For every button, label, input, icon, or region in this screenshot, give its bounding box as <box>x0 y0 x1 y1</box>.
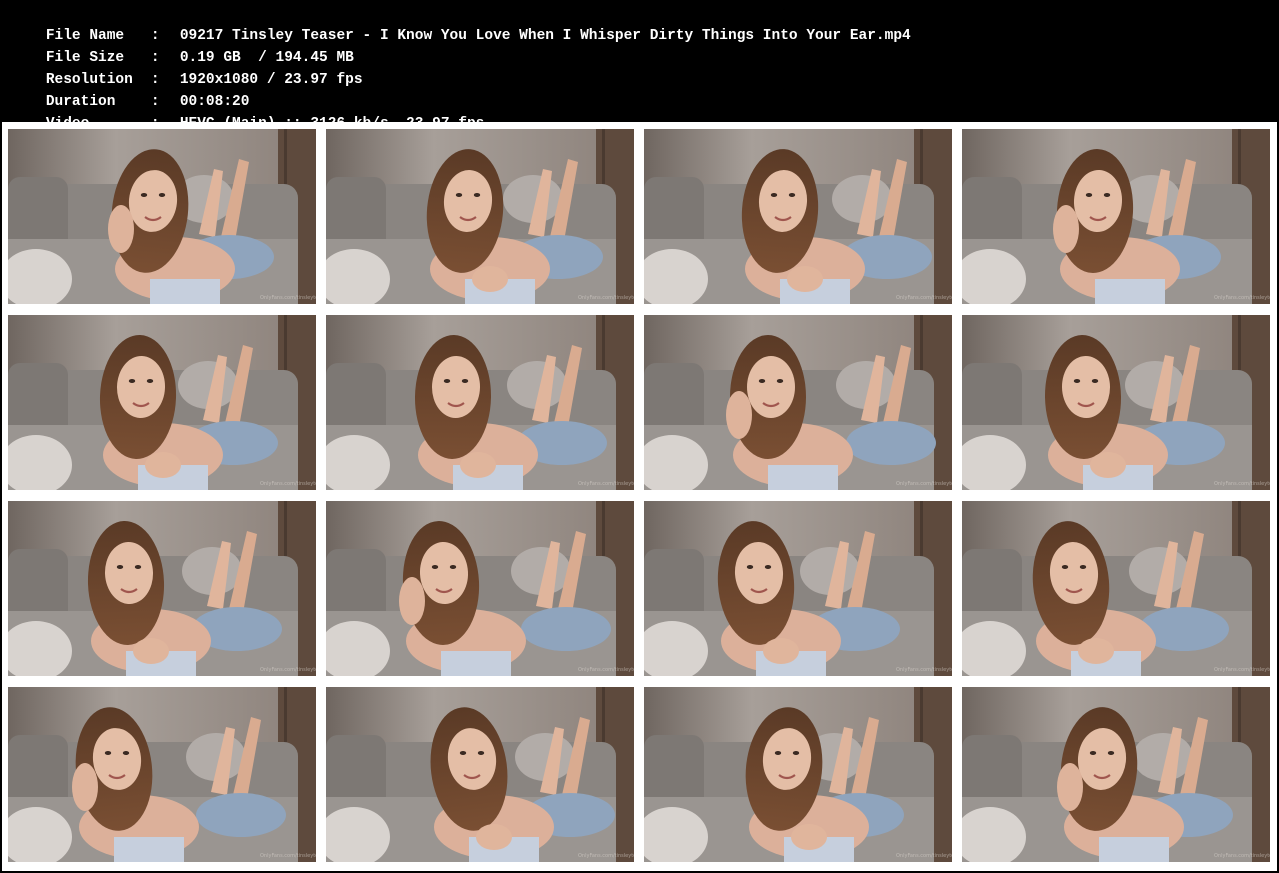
video-thumbnail: OnlyFans.com/tinsleyteaser <box>8 501 316 676</box>
file-name-row: File Name:09217 Tinsley Teaser - I Know … <box>11 6 911 44</box>
video-thumbnail: OnlyFans.com/tinsleyteaser <box>326 129 634 304</box>
svg-text:OnlyFans.com/tinsleyteaser: OnlyFans.com/tinsleyteaser <box>578 667 634 673</box>
video-thumbnail: OnlyFans.com/tinsleyteaser <box>644 501 952 676</box>
svg-text:OnlyFans.com/tinsleyteaser: OnlyFans.com/tinsleyteaser <box>896 481 952 487</box>
video-thumbnail: OnlyFans.com/tinsleyteaser <box>8 687 316 862</box>
video-thumbnail: OnlyFans.com/tinsleyteaser <box>962 687 1270 862</box>
svg-text:OnlyFans.com/tinsleyteaser: OnlyFans.com/tinsleyteaser <box>578 295 634 301</box>
svg-text:OnlyFans.com/tinsleyteaser: OnlyFans.com/tinsleyteaser <box>896 667 952 673</box>
svg-text:OnlyFans.com/tinsleyteaser: OnlyFans.com/tinsleyteaser <box>1214 667 1270 673</box>
svg-text:OnlyFans.com/tinsleyteaser: OnlyFans.com/tinsleyteaser <box>578 853 634 859</box>
video-thumbnail: OnlyFans.com/tinsleyteaser <box>8 315 316 490</box>
video-thumbnail: OnlyFans.com/tinsleyteaser <box>644 315 952 490</box>
video-thumbnail: OnlyFans.com/tinsleyteaser <box>644 129 952 304</box>
video-thumbnail: OnlyFans.com/tinsleyteaser <box>326 315 634 490</box>
svg-text:OnlyFans.com/tinsleyteaser: OnlyFans.com/tinsleyteaser <box>896 853 952 859</box>
svg-text:OnlyFans.com/tinsleyteaser: OnlyFans.com/tinsleyteaser <box>1214 295 1270 301</box>
svg-text:OnlyFans.com/tinsleyteaser: OnlyFans.com/tinsleyteaser <box>260 295 316 301</box>
video-thumbnail: OnlyFans.com/tinsleyteaser <box>962 315 1270 490</box>
video-thumbnail: OnlyFans.com/tinsleyteaser <box>644 687 952 862</box>
file-info-header: File Name:09217 Tinsley Teaser - I Know … <box>0 0 1279 132</box>
svg-text:OnlyFans.com/tinsleyteaser: OnlyFans.com/tinsleyteaser <box>260 667 316 673</box>
svg-text:OnlyFans.com/tinsleyteaser: OnlyFans.com/tinsleyteaser <box>260 481 316 487</box>
svg-text:OnlyFans.com/tinsleyteaser: OnlyFans.com/tinsleyteaser <box>896 295 952 301</box>
duration-row: Duration:00:08:20 <box>11 72 250 110</box>
video-thumbnail: OnlyFans.com/tinsleyteaser <box>8 129 316 304</box>
thumbnail-grid: OnlyFans.com/tinsleyteaser OnlyFans.com/t… <box>2 122 1277 871</box>
file-size-row: File Size:0.19 GB / 194.45 MB <box>11 28 354 66</box>
svg-text:OnlyFans.com/tinsleyteaser: OnlyFans.com/tinsleyteaser <box>1214 853 1270 859</box>
video-thumbnail: OnlyFans.com/tinsleyteaser <box>326 687 634 862</box>
video-thumbnail: OnlyFans.com/tinsleyteaser <box>962 501 1270 676</box>
video-row: Video:HEVC (Main) :: 3126 kb/s, 23.97 fp… <box>11 94 485 132</box>
video-thumbnail: OnlyFans.com/tinsleyteaser <box>962 129 1270 304</box>
svg-text:OnlyFans.com/tinsleyteaser: OnlyFans.com/tinsleyteaser <box>260 853 316 859</box>
svg-text:OnlyFans.com/tinsleyteaser: OnlyFans.com/tinsleyteaser <box>578 481 634 487</box>
svg-text:OnlyFans.com/tinsleyteaser: OnlyFans.com/tinsleyteaser <box>1214 481 1270 487</box>
video-thumbnail: OnlyFans.com/tinsleyteaser <box>326 501 634 676</box>
resolution-row: Resolution:1920x1080 / 23.97 fps <box>11 50 363 88</box>
